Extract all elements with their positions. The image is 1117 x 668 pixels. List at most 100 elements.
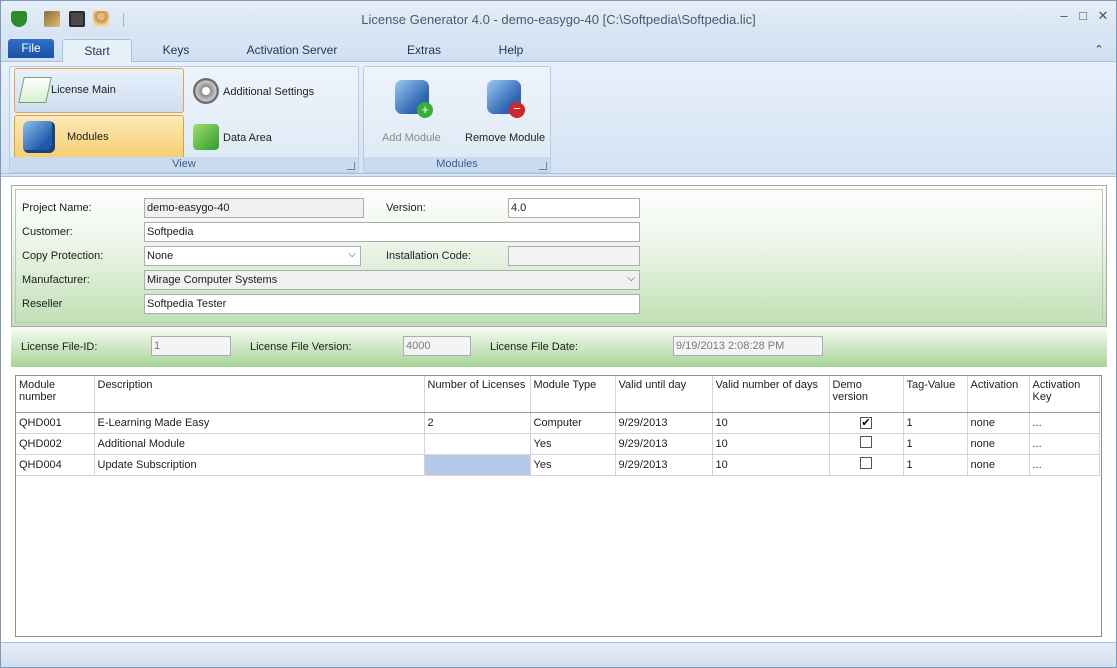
cell-module-type[interactable]: Yes <box>530 433 616 455</box>
cell-valid-days[interactable]: 10 <box>712 433 830 455</box>
cell-valid-days[interactable]: 10 <box>712 412 830 434</box>
data-area-icon <box>193 124 219 150</box>
installation-code-field[interactable] <box>508 246 640 266</box>
license-file-strip: License File-ID: 1 License File Version:… <box>11 327 1107 367</box>
table-row[interactable]: QHD004 Update Subscription Yes 9/29/2013… <box>16 454 1100 476</box>
version-field[interactable]: 4.0 <box>508 198 640 218</box>
version-label: Version: <box>386 202 426 214</box>
add-module-button[interactable]: + Add Module <box>374 75 450 147</box>
manufacturer-value: Mirage Computer Systems <box>147 274 278 286</box>
column-header[interactable]: Valid until day <box>615 376 713 413</box>
license-file-date-field[interactable]: 9/19/2013 2:08:28 PM <box>673 336 823 356</box>
cell-description[interactable]: Additional Module <box>94 433 425 455</box>
project-name-field[interactable]: demo-easygo-40 <box>144 198 364 218</box>
view-group-launcher-icon[interactable] <box>347 162 355 170</box>
column-header[interactable]: Valid number of days <box>712 376 830 413</box>
modules-table: Module number Description Number of Lice… <box>16 376 1100 476</box>
license-file-id-field[interactable]: 1 <box>151 336 231 356</box>
cell-module-number[interactable]: QHD004 <box>16 454 95 476</box>
cell-activation[interactable]: none <box>967 454 1030 476</box>
license-file-version-label: License File Version: <box>250 341 352 353</box>
data-area-button[interactable]: Data Area <box>190 117 350 161</box>
view-group-label: View <box>10 157 358 172</box>
cell-tag-value[interactable]: 1 <box>903 454 968 476</box>
chevron-down-icon: ⌵ <box>348 249 356 260</box>
cell-activation-key[interactable]: ... <box>1029 412 1100 434</box>
cell-tag-value[interactable]: 1 <box>903 433 968 455</box>
cell-valid-until[interactable]: 9/29/2013 <box>615 433 713 455</box>
cell-licenses-selected[interactable] <box>424 454 531 476</box>
column-header[interactable]: Module Type <box>530 376 616 413</box>
manufacturer-label: Manufacturer: <box>22 274 90 286</box>
license-file-id-label: License File-ID: <box>21 341 98 353</box>
tab-file[interactable]: File <box>8 39 54 58</box>
cell-licenses[interactable]: 2 <box>424 412 531 434</box>
tab-help[interactable]: Help <box>486 42 536 62</box>
ribbon-collapse-button[interactable]: ⌃ <box>1089 42 1109 62</box>
project-name-label: Project Name: <box>22 202 92 214</box>
copy-protection-select[interactable]: None ⌵ <box>144 246 361 266</box>
license-main-label: License Main <box>51 84 116 96</box>
column-header[interactable]: Tag-Value <box>903 376 968 413</box>
plus-icon: + <box>417 102 433 118</box>
manufacturer-select[interactable]: Mirage Computer Systems ⌵ <box>144 270 640 290</box>
copy-protection-value: None <box>147 250 174 262</box>
license-file-date-label: License File Date: <box>490 341 579 353</box>
cell-activation[interactable]: none <box>967 433 1030 455</box>
ribbon-panel: License Main Additional Settings Modules… <box>1 62 1116 174</box>
customer-label: Customer: <box>22 226 73 238</box>
data-area-label: Data Area <box>223 132 272 144</box>
modules-group-label: Modules <box>364 157 550 172</box>
table-row[interactable]: QHD002 Additional Module Yes 9/29/2013 1… <box>16 433 1100 455</box>
title-bar: License Generator 4.0 - demo-easygo-40 [… <box>1 1 1116 37</box>
demo-checkbox[interactable] <box>860 457 872 469</box>
reseller-field[interactable]: Softpedia Tester <box>144 294 640 314</box>
cell-module-number[interactable]: QHD002 <box>16 433 95 455</box>
table-header-row: Module number Description Number of Lice… <box>16 376 1100 413</box>
remove-module-button[interactable]: − Remove Module <box>460 75 546 147</box>
table-row[interactable]: QHD001 E-Learning Made Easy 2 Computer 9… <box>16 412 1100 434</box>
column-header[interactable]: Activation <box>967 376 1030 413</box>
cell-valid-days[interactable]: 10 <box>712 454 830 476</box>
modules-view-button[interactable]: Modules <box>14 115 184 159</box>
cell-description[interactable]: Update Subscription <box>94 454 425 476</box>
cell-module-number[interactable]: QHD001 <box>16 412 95 434</box>
close-button[interactable]: ✕ <box>1092 7 1114 25</box>
cell-demo-version <box>829 433 904 455</box>
installation-code-label: Installation Code: <box>386 250 471 262</box>
column-header[interactable]: Activation Key <box>1029 376 1100 413</box>
column-header[interactable]: Description <box>94 376 425 413</box>
customer-field[interactable]: Softpedia <box>144 222 640 242</box>
tab-extras[interactable]: Extras <box>396 42 452 62</box>
reseller-label: Reseller <box>22 298 63 310</box>
cell-module-type[interactable]: Computer <box>530 412 616 434</box>
main-content: Project Name: demo-easygo-40 Version: 4.… <box>1 176 1116 642</box>
cell-activation-key[interactable]: ... <box>1029 433 1100 455</box>
ribbon-group-modules: + Add Module − Remove Module Modules <box>363 66 551 173</box>
tab-keys[interactable]: Keys <box>146 42 206 62</box>
tab-start[interactable]: Start <box>62 39 132 63</box>
modules-grid: Module number Description Number of Lice… <box>15 375 1102 637</box>
tab-activation-server[interactable]: Activation Server <box>236 42 348 62</box>
cell-module-type[interactable]: Yes <box>530 454 616 476</box>
cell-description[interactable]: E-Learning Made Easy <box>94 412 425 434</box>
demo-checkbox[interactable] <box>860 436 872 448</box>
license-main-icon <box>18 77 52 103</box>
license-file-version-field[interactable]: 4000 <box>403 336 471 356</box>
column-header[interactable]: Number of Licenses <box>424 376 531 413</box>
app-window: License Generator 4.0 - demo-easygo-40 [… <box>0 0 1117 668</box>
column-header[interactable]: Demo version <box>829 376 904 413</box>
cell-tag-value[interactable]: 1 <box>903 412 968 434</box>
additional-settings-label: Additional Settings <box>223 86 315 98</box>
demo-checkbox[interactable]: ✔ <box>860 416 872 429</box>
cell-licenses[interactable] <box>424 433 531 455</box>
cell-activation-key[interactable]: ... <box>1029 454 1100 476</box>
cell-valid-until[interactable]: 9/29/2013 <box>615 412 713 434</box>
cell-valid-until[interactable]: 9/29/2013 <box>615 454 713 476</box>
license-main-button[interactable]: License Main <box>14 68 184 113</box>
maximize-button[interactable]: □ <box>1072 7 1094 25</box>
cell-activation[interactable]: none <box>967 412 1030 434</box>
column-header[interactable]: Module number <box>16 376 95 413</box>
additional-settings-button[interactable]: Additional Settings <box>190 71 350 115</box>
modules-group-launcher-icon[interactable] <box>539 162 547 170</box>
